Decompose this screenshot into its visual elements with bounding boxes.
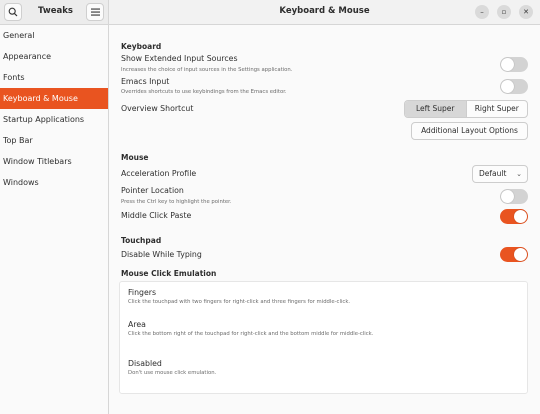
additional-layout-options-button[interactable]: Additional Layout Options [411, 122, 528, 140]
disabled-desc: Don't use mouse click emulation. [128, 370, 217, 376]
maximize-button[interactable]: ▫ [497, 5, 511, 19]
emacs-input-label: Emacs Input [121, 77, 170, 86]
toggle-knob [501, 80, 514, 93]
emacs-input-desc: Overrides shortcuts to use keybindings f… [121, 89, 287, 95]
search-button[interactable] [4, 3, 22, 21]
app-title: Tweaks [38, 6, 73, 16]
toggle-knob [514, 248, 527, 261]
keyboard-section-title: Keyboard [121, 42, 162, 51]
emulation-option-area[interactable]: Area Click the bottom right of the touch… [120, 316, 527, 350]
content-header: Keyboard & Mouse – ▫ ✕ [109, 0, 540, 25]
extended-sources-label: Show Extended Input Sources [121, 54, 238, 63]
area-desc: Click the bottom right of the touchpad f… [128, 331, 374, 337]
pointer-location-toggle[interactable] [500, 189, 528, 204]
chevron-down-icon: ⌄ [516, 170, 522, 178]
close-button[interactable]: ✕ [519, 5, 533, 19]
acceleration-profile-value: Default [479, 169, 507, 178]
toggle-knob [501, 58, 514, 71]
sidebar-item-startup-applications[interactable]: Startup Applications [0, 109, 108, 130]
middle-click-paste-label: Middle Click Paste [121, 211, 192, 220]
extended-sources-desc: Increases the choice of input sources in… [121, 67, 293, 73]
acceleration-profile-dropdown[interactable]: Default ⌄ [472, 165, 528, 183]
left-super-option[interactable]: Left Super [405, 101, 467, 117]
right-super-option[interactable]: Right Super [467, 101, 528, 117]
sidebar-item-appearance[interactable]: Appearance [0, 46, 108, 67]
emulation-option-disabled[interactable]: Disabled Don't use mouse click emulation… [120, 350, 527, 390]
settings-panel: Keyboard Show Extended Input Sources Inc… [110, 25, 540, 414]
overview-shortcut-label: Overview Shortcut [121, 104, 194, 113]
minimize-button[interactable]: – [475, 5, 489, 19]
hamburger-menu-icon [90, 8, 100, 16]
sidebar-item-general[interactable]: General [0, 25, 108, 46]
middle-click-paste-toggle[interactable] [500, 209, 528, 224]
sidebar-item-window-titlebars[interactable]: Window Titlebars [0, 151, 108, 172]
area-title: Area [128, 320, 146, 329]
emulation-option-fingers[interactable]: Fingers Click the touchpad with two fing… [120, 282, 527, 318]
touchpad-section-title: Touchpad [121, 236, 162, 245]
maximize-icon: ▫ [501, 8, 507, 16]
search-icon [8, 7, 18, 17]
close-icon: ✕ [523, 8, 529, 16]
sidebar-item-fonts[interactable]: Fonts [0, 67, 108, 88]
sidebar-item-keyboard-mouse[interactable]: Keyboard & Mouse [0, 88, 108, 109]
overview-shortcut-selector: Left Super Right Super [404, 100, 528, 118]
menu-button[interactable] [86, 3, 104, 21]
sidebar-item-top-bar[interactable]: Top Bar [0, 130, 108, 151]
toggle-knob [501, 190, 514, 203]
pointer-location-desc: Press the Ctrl key to highlight the poin… [121, 199, 232, 205]
mouse-section-title: Mouse [121, 153, 149, 162]
mouse-click-emulation-title: Mouse Click Emulation [121, 269, 217, 278]
acceleration-profile-label: Acceleration Profile [121, 169, 197, 178]
extended-sources-toggle[interactable] [500, 57, 528, 72]
header-bar: Tweaks Keyboard & Mouse – ▫ ✕ [0, 0, 540, 25]
fingers-title: Fingers [128, 288, 157, 297]
minimize-icon: – [480, 8, 484, 16]
click-emulation-list: Fingers Click the touchpad with two fing… [119, 281, 528, 394]
sidebar-item-windows[interactable]: Windows [0, 172, 108, 193]
sidebar: General Appearance Fonts Keyboard & Mous… [0, 25, 109, 414]
disabled-title: Disabled [128, 359, 162, 368]
disable-while-typing-label: Disable While Typing [121, 250, 202, 259]
sidebar-header: Tweaks [0, 0, 109, 25]
emacs-input-toggle[interactable] [500, 79, 528, 94]
toggle-knob [514, 210, 527, 223]
pointer-location-label: Pointer Location [121, 186, 184, 195]
disable-while-typing-toggle[interactable] [500, 247, 528, 262]
fingers-desc: Click the touchpad with two fingers for … [128, 299, 351, 305]
